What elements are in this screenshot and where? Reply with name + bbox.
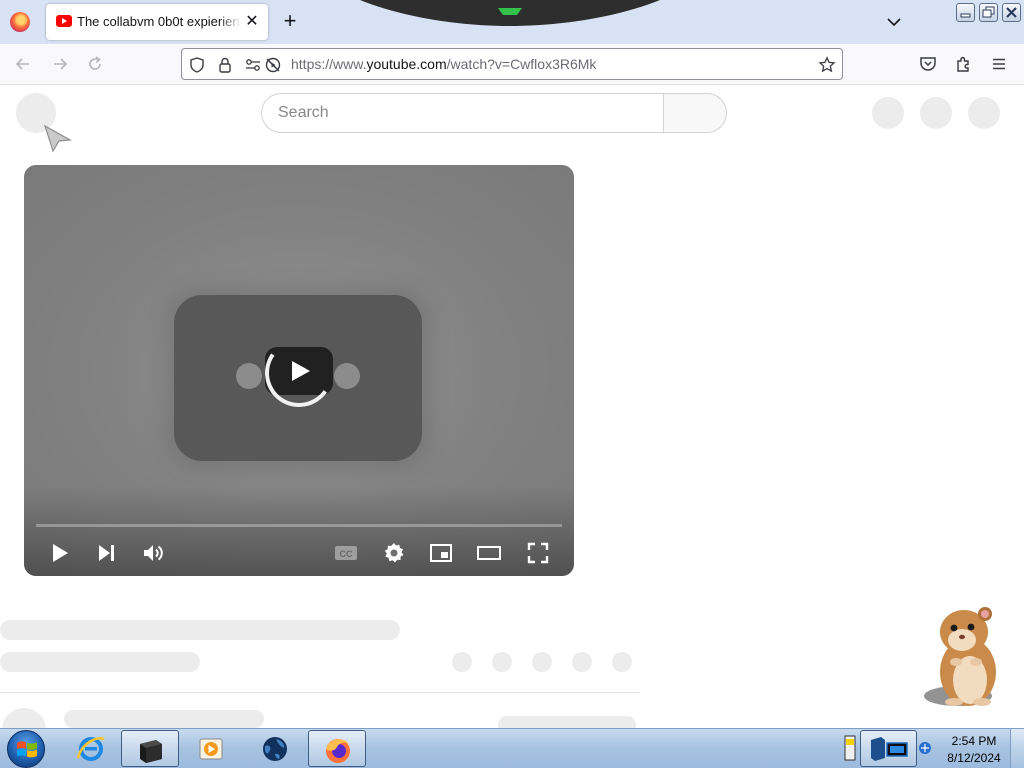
list-all-tabs-button[interactable] <box>884 12 904 32</box>
new-tab-button[interactable]: + <box>278 10 302 34</box>
mute-button[interactable] <box>141 541 165 565</box>
chevron-down-icon <box>887 18 901 27</box>
lock-icon[interactable] <box>216 56 234 74</box>
search-button[interactable] <box>663 93 727 133</box>
close-window-button[interactable] <box>1002 3 1021 22</box>
create-button-skeleton <box>872 97 904 129</box>
channel-info-skeleton <box>0 652 200 672</box>
arrow-left-icon <box>15 58 29 70</box>
firefox-view-icon[interactable] <box>10 12 30 32</box>
fullscreen-icon <box>527 542 549 564</box>
close-icon <box>1006 7 1017 18</box>
loading-dot <box>236 363 262 389</box>
tab-close-button[interactable]: ✕ <box>242 12 262 32</box>
action-button-skeleton <box>532 652 552 672</box>
firefox-icon <box>326 739 350 763</box>
start-button[interactable] <box>7 730 45 768</box>
loading-dot <box>334 363 360 389</box>
pocket-button[interactable] <box>918 54 938 74</box>
comment-text-skeleton <box>64 710 264 728</box>
video-player[interactable]: CC <box>24 165 574 576</box>
windows-logo-icon <box>17 741 37 758</box>
back-button[interactable] <box>13 54 33 74</box>
action-button-skeleton <box>452 652 472 672</box>
volume-icon <box>144 545 163 561</box>
arrow-right-icon <box>54 58 68 70</box>
video-title-skeleton <box>0 620 400 640</box>
internet-explorer-icon <box>76 737 105 761</box>
play-icon <box>53 544 68 562</box>
puzzle-icon <box>957 56 969 72</box>
permissions-icon[interactable] <box>244 56 262 74</box>
closed-captions-icon: CC <box>335 546 357 560</box>
action-button-skeleton <box>492 652 512 672</box>
navigation-toolbar: https://www.youtube.com/watch?v=Cwflox3R… <box>0 44 1024 85</box>
clock-time[interactable]: 2:54 PM <box>944 734 1004 748</box>
restore-window-button[interactable] <box>979 3 998 22</box>
vm-tray-icon <box>871 737 908 761</box>
forward-button[interactable] <box>50 54 70 74</box>
progress-bar[interactable] <box>36 524 562 527</box>
url-text: https://www.youtube.com/watch?v=Cwflox3R… <box>291 56 596 72</box>
bookmark-star-icon[interactable] <box>818 56 836 74</box>
pocket-icon <box>920 57 936 71</box>
taskbar-media-player[interactable] <box>182 730 240 767</box>
divider <box>0 692 640 693</box>
reload-icon <box>89 56 101 70</box>
media-player-icon <box>199 738 223 760</box>
mouse-cursor-icon <box>43 124 72 152</box>
search-input[interactable] <box>278 104 648 122</box>
tab-strip: The collabvm 0b0t expierience ✕ + <box>0 0 1024 44</box>
youtube-favicon-icon <box>56 15 72 27</box>
search-box[interactable] <box>261 93 664 133</box>
reload-button[interactable] <box>85 54 105 74</box>
show-desktop-button[interactable] <box>1010 729 1024 768</box>
taskbar-firefox[interactable] <box>308 730 366 767</box>
application-menu-button[interactable] <box>989 54 1009 74</box>
taskbar-network-globe[interactable] <box>246 730 304 767</box>
avatar-skeleton <box>968 97 1000 129</box>
url-domain: youtube.com <box>366 56 447 72</box>
minimize-window-button[interactable] <box>956 3 975 22</box>
action-button-skeleton <box>572 652 592 672</box>
extensions-button[interactable] <box>954 54 974 74</box>
autoplay-blocked-icon[interactable] <box>264 56 282 74</box>
address-bar[interactable]: https://www.youtube.com/watch?v=Cwflox3R… <box>181 48 843 80</box>
virtual-machine-icon <box>140 740 162 763</box>
settings-button[interactable] <box>382 541 406 565</box>
windows-taskbar: 2:54 PM 8/12/2024 <box>0 728 1024 768</box>
minimize-icon <box>960 13 971 18</box>
taskbar-internet-explorer[interactable] <box>62 730 120 767</box>
fullscreen-button[interactable] <box>526 541 550 565</box>
theater-mode-button[interactable] <box>477 541 501 565</box>
tab-youtube-video[interactable]: The collabvm 0b0t expierience ✕ <box>46 4 268 40</box>
hamburger-menu-icon <box>993 58 1005 70</box>
skip-next-icon <box>99 545 114 561</box>
url-path: /watch?v=Cwflox3R6Mk <box>446 56 597 72</box>
svg-text:CC: CC <box>340 549 353 559</box>
hamster-desktop-pet[interactable] <box>918 600 1010 712</box>
restore-icon <box>982 6 995 18</box>
tab-title: The collabvm 0b0t expierience <box>77 14 241 29</box>
network-status-icon[interactable] <box>918 741 932 755</box>
miniplayer-icon <box>430 544 452 562</box>
tray-running-vm[interactable] <box>860 730 917 767</box>
desktop-screen: The collabvm 0b0t expierience ✕ + https:… <box>0 0 1024 768</box>
window-top-decoration <box>360 0 660 26</box>
url-prefix: https://www. <box>291 56 367 72</box>
next-video-button[interactable] <box>94 541 118 565</box>
gear-icon <box>384 543 404 563</box>
clock-date[interactable]: 8/12/2024 <box>940 751 1008 765</box>
subtitles-button[interactable]: CC <box>334 541 358 565</box>
action-button-skeleton <box>612 652 632 672</box>
notifications-button-skeleton <box>920 97 952 129</box>
theater-mode-icon <box>477 546 501 560</box>
miniplayer-button[interactable] <box>429 541 453 565</box>
taskbar-virtual-machine[interactable] <box>121 730 179 767</box>
globe-icon <box>263 737 287 761</box>
tracking-protection-shield-icon[interactable] <box>188 56 206 74</box>
play-button[interactable] <box>47 541 71 565</box>
action-center-flag-icon[interactable] <box>842 731 858 765</box>
